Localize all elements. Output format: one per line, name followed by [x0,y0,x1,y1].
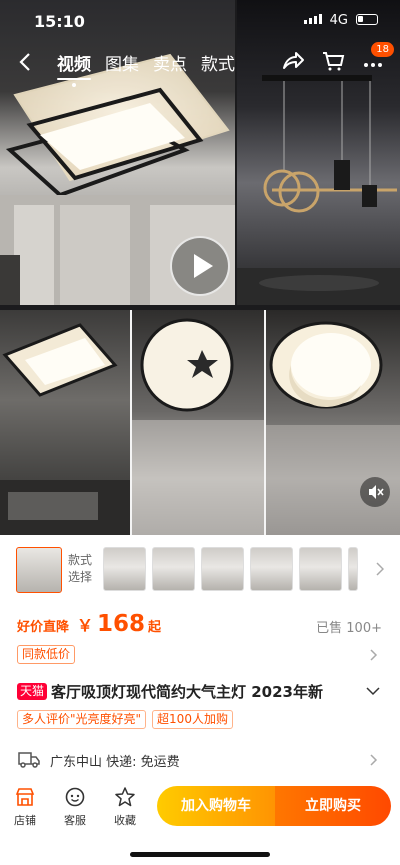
tab-video-label: 视频 [57,55,91,75]
style-thumbnail[interactable] [348,547,358,591]
chevron-right-icon[interactable] [370,649,378,661]
shipping-text: 广东中山 快递: 免运费 [50,755,180,770]
status-time: 15:10 [34,12,85,31]
bedroom-lamp-illustration [0,323,130,535]
battery-icon [356,14,378,25]
gallery-image-bedroom[interactable] [0,310,130,535]
service-label: 客服 [64,814,86,827]
cart-icon[interactable] [320,48,346,74]
sold-count: 已售 100+ [316,621,382,636]
price-row: 好价直降 ￥ 168 起 [17,611,161,637]
media-tabs: 视频 图集 卖点 款式 [57,50,235,87]
play-icon [194,254,213,278]
top-navigation: 视频 图集 卖点 款式 18 [0,42,400,87]
star-icon [115,787,135,807]
shipping-row[interactable]: 广东中山 快递: 免运费 [0,740,400,780]
review-tag: 多人评价"光亮度好亮" [17,710,147,729]
share-icon[interactable] [280,48,306,74]
gallery-image-moon-lamp[interactable] [132,310,264,535]
tab-selling-points[interactable]: 卖点 [153,50,187,75]
price-amount: 168 [97,611,146,637]
selected-style-thumbnail[interactable] [16,547,62,593]
style-thumbnail[interactable] [201,547,244,591]
status-bar: 15:10 4G [0,0,400,40]
style-thumbnail[interactable] [250,547,293,591]
mute-icon [369,485,384,499]
style-thumbnails [103,547,358,591]
network-label: 4G [329,13,348,28]
tmall-badge: 天猫 [17,683,48,700]
style-thumbnail[interactable] [299,547,342,591]
mute-button[interactable] [360,477,390,507]
cart-count-tag: 超100人加购 [152,710,233,729]
chat-icon [65,787,85,807]
chevron-right-icon[interactable] [376,562,384,576]
nav-actions: 18 [280,42,394,74]
favorite-button[interactable]: 收藏 [105,786,145,828]
product-title-row: 天猫 客厅吸顶灯现代简约大气主灯 2023年新 [17,681,377,702]
style-selector-label: 款式选择 [68,553,93,584]
expand-chevron-icon[interactable] [366,687,380,696]
promo-label: 好价直降 [17,620,70,635]
home-indicator[interactable] [130,852,270,857]
style-selector[interactable]: 款式选择 [0,535,400,605]
tab-video[interactable]: 视频 [57,50,91,87]
currency-symbol: ￥ [77,616,94,635]
add-to-cart-button[interactable]: 加入购物车 [157,786,275,826]
highlight-tags: 多人评价"光亮度好亮" 超100人加购 [17,710,233,729]
moon-lamp-illustration [132,318,264,535]
same-price-tag[interactable]: 同款低价 [17,645,76,664]
style-thumbnail[interactable] [103,547,146,591]
product-title: 客厅吸顶灯现代简约大气主灯 2023年新 [51,683,323,701]
buy-now-button[interactable]: 立即购买 [275,786,391,826]
tab-gallery[interactable]: 图集 [105,50,139,75]
product-media-gallery[interactable]: 15:10 4G 视频 图集 卖点 款式 18 [0,0,400,310]
more-menu-button[interactable]: 18 [360,42,394,74]
store-label: 店铺 [14,814,36,827]
notification-badge: 18 [371,42,394,57]
customer-service-button[interactable]: 客服 [55,786,95,828]
favorite-label: 收藏 [114,814,136,827]
store-icon [15,788,35,806]
style-thumbnail[interactable] [152,547,195,591]
back-arrow-icon[interactable] [14,50,38,74]
tab-styles[interactable]: 款式 [201,50,235,75]
store-button[interactable]: 店铺 [5,786,45,828]
truck-icon [18,752,40,768]
chevron-right-icon[interactable] [370,754,378,766]
play-video-button[interactable] [170,236,230,296]
signal-icon [304,14,322,24]
price-suffix: 起 [148,620,162,635]
